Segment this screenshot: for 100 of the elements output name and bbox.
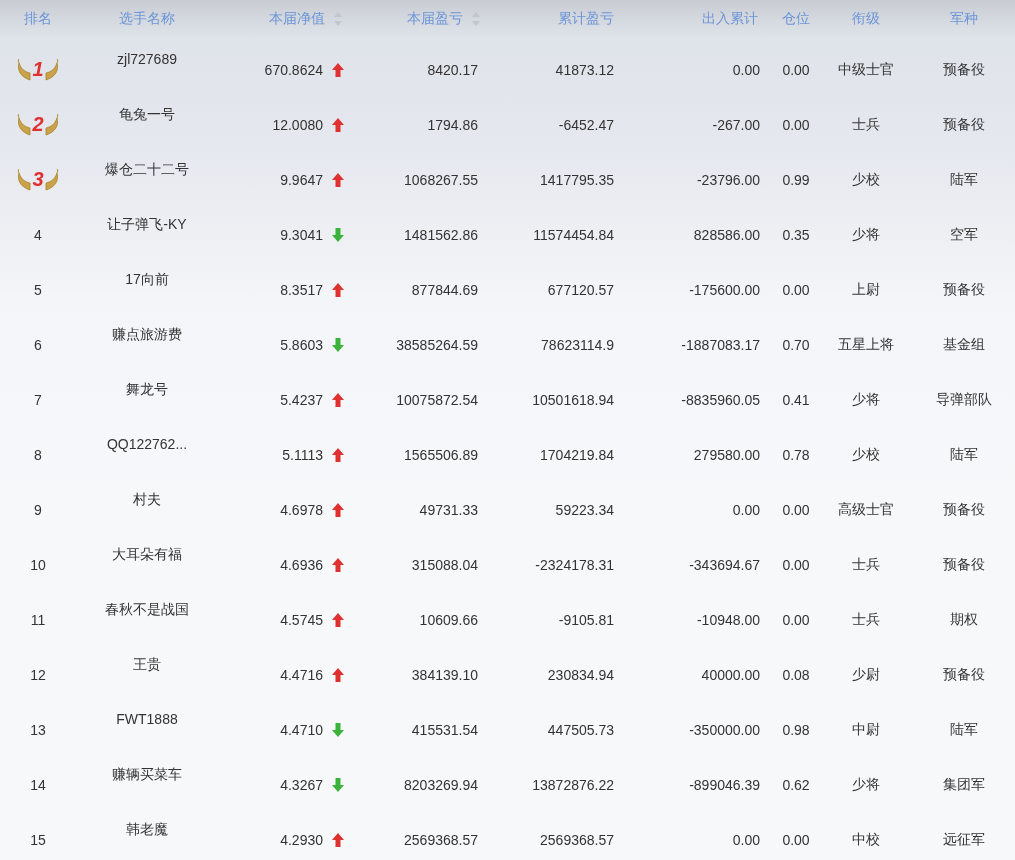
net-value: 4.3267 (280, 776, 323, 793)
total-profit: 447505.73 (547, 721, 614, 738)
total-profit: 230834.94 (547, 666, 614, 683)
service-branch: 陆军 (949, 445, 978, 464)
net-value: 670.8624 (264, 61, 323, 78)
cash-flow: -8835960.05 (681, 391, 760, 408)
column-header: 选手名称 (119, 9, 175, 28)
military-grade: 少校 (852, 170, 880, 189)
total-profit: -6452.47 (558, 116, 614, 133)
service-branch: 基金组 (942, 335, 985, 354)
position-ratio: 0.00 (782, 281, 810, 298)
total-profit: 2569368.57 (540, 831, 614, 848)
player-name[interactable]: 赚点旅游费 (112, 326, 182, 344)
player-name[interactable]: 龟兔一号 (119, 106, 175, 124)
total-profit: -9105.81 (558, 611, 614, 628)
period-profit: 415531.54 (411, 721, 478, 738)
cash-flow: -343694.67 (689, 556, 760, 573)
total-profit: 13872876.22 (532, 776, 614, 793)
total-profit: 1417795.35 (540, 171, 614, 188)
position-ratio: 0.70 (782, 336, 810, 353)
net-value: 8.3517 (280, 281, 323, 298)
period-profit: 10609.66 (419, 611, 478, 628)
total-profit: 41873.12 (555, 61, 614, 78)
total-profit: 59223.34 (555, 501, 614, 518)
player-name[interactable]: 让子弹飞-KY (107, 216, 187, 234)
cash-flow: 0.00 (732, 61, 760, 78)
military-grade: 少将 (852, 775, 880, 794)
position-ratio: 0.62 (782, 776, 810, 793)
net-value: 5.1113 (282, 446, 323, 463)
column-header: 军种 (949, 9, 978, 28)
rank-number: 9 (34, 501, 42, 518)
rank-number: 15 (30, 831, 46, 848)
total-profit: 78623114.9 (541, 336, 614, 353)
position-ratio: 0.00 (782, 611, 810, 628)
net-value: 5.4237 (280, 391, 323, 408)
net-value: 9.9647 (280, 171, 323, 188)
column-header: 累计盈亏 (558, 9, 614, 28)
service-branch: 陆军 (949, 720, 978, 739)
column-header: 衔级 (852, 9, 880, 28)
military-grade: 少将 (852, 390, 880, 409)
rank-number: 4 (34, 226, 42, 243)
sort-icon[interactable] (334, 11, 342, 26)
player-name[interactable]: 王贵 (133, 656, 161, 674)
cash-flow: 279580.00 (693, 446, 760, 463)
player-name[interactable]: 韩老魔 (126, 821, 168, 839)
period-profit: 315088.04 (411, 556, 478, 573)
player-name[interactable]: 爆仓二十二号 (105, 161, 189, 179)
player-name[interactable]: QQ122762... (106, 436, 188, 452)
military-grade: 士兵 (852, 610, 880, 629)
net-value: 4.2930 (280, 831, 323, 848)
service-branch: 预备役 (942, 500, 985, 519)
net-value: 4.4710 (280, 721, 323, 738)
player-name[interactable]: FWT1888 (116, 711, 178, 727)
service-branch: 预备役 (942, 60, 985, 79)
rank-number: 14 (30, 776, 46, 793)
cash-flow: 40000.00 (701, 666, 760, 683)
military-grade: 中校 (852, 830, 880, 849)
military-grade: 中级士官 (838, 60, 894, 79)
total-profit: -2324178.31 (535, 556, 614, 573)
period-profit: 10075872.54 (396, 391, 478, 408)
military-grade: 五星上将 (838, 335, 894, 354)
period-profit: 1565506.89 (404, 446, 478, 463)
military-grade: 中尉 (852, 720, 880, 739)
cash-flow: -23796.00 (696, 171, 760, 188)
sort-icon[interactable] (472, 11, 480, 26)
cash-flow: -10948.00 (696, 611, 760, 628)
net-value: 4.4716 (280, 666, 323, 683)
player-name[interactable]: 舞龙号 (126, 381, 168, 399)
service-branch: 预备役 (942, 665, 985, 684)
military-grade: 士兵 (852, 115, 880, 134)
rank-number: 10 (30, 556, 46, 573)
laurel-rank-badge: 2 (17, 113, 59, 136)
service-branch: 导弹部队 (935, 390, 992, 409)
cash-flow: -267.00 (712, 116, 760, 133)
position-ratio: 0.00 (782, 61, 810, 78)
net-value: 9.3041 (280, 226, 323, 243)
period-profit: 8420.17 (427, 61, 478, 78)
cash-flow: -1887083.17 (681, 336, 760, 353)
period-profit: 384139.10 (411, 666, 478, 683)
total-profit: 10501618.94 (532, 391, 614, 408)
player-name[interactable]: 大耳朵有福 (112, 546, 182, 564)
service-branch: 远征军 (942, 830, 985, 849)
rank-number: 6 (34, 336, 42, 353)
service-branch: 预备役 (942, 115, 985, 134)
player-name[interactable]: 17向前 (125, 271, 169, 289)
net-value: 4.5745 (280, 611, 323, 628)
service-branch: 集团军 (942, 775, 985, 794)
laurel-rank-badge: 3 (17, 168, 59, 191)
period-profit: 49731.33 (419, 501, 478, 518)
player-name[interactable]: 村夫 (133, 491, 161, 509)
player-name[interactable]: 赚辆买菜车 (112, 766, 182, 784)
military-grade: 少尉 (852, 665, 880, 684)
player-name[interactable]: 春秋不是战国 (105, 601, 189, 619)
position-ratio: 0.00 (782, 116, 810, 133)
service-branch: 期权 (949, 610, 978, 629)
column-header: 排名 (24, 9, 52, 28)
cash-flow: 0.00 (732, 831, 760, 848)
player-name[interactable]: zjl727689 (117, 51, 177, 67)
position-ratio: 0.99 (782, 171, 810, 188)
position-ratio: 0.78 (782, 446, 810, 463)
